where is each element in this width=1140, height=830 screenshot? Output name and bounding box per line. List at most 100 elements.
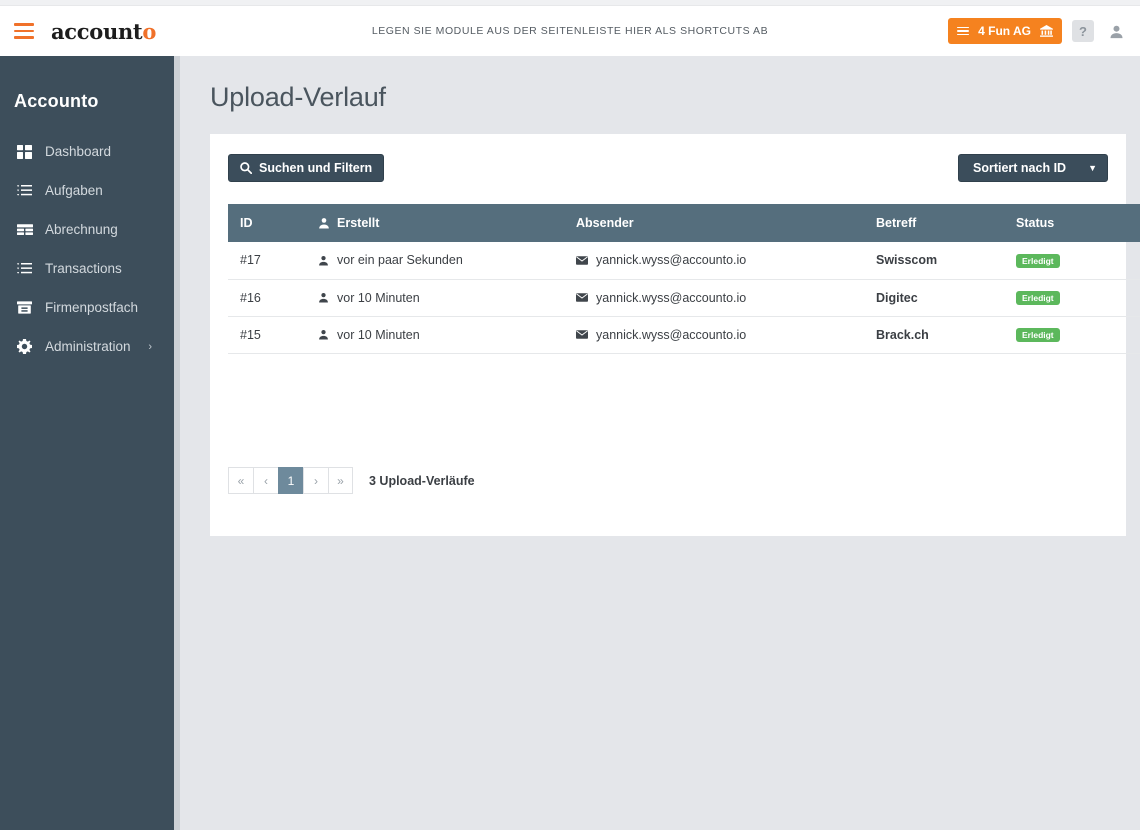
envelope-icon (576, 293, 588, 302)
sidebar: Accounto Dashboard Aufgaben Abrechnung T… (0, 56, 174, 830)
cell-created-label: vor 10 Minuten (337, 327, 420, 342)
brand-logo[interactable]: accounto (51, 19, 156, 44)
envelope-icon (576, 255, 588, 265)
task-list-icon (16, 183, 33, 198)
pagination-page-1[interactable]: 1 (278, 467, 303, 494)
pagination-next[interactable]: › (303, 467, 328, 494)
cell-status: Erledigt (1004, 316, 1140, 354)
sidebar-item-firmenpostfach[interactable]: Firmenpostfach (0, 288, 174, 327)
search-filter-label: Suchen und Filtern (259, 161, 373, 175)
table-header-row: ID Erstellt Absender Betreff Status (228, 204, 1140, 242)
column-header-label: Erstellt (337, 216, 380, 230)
pagination-count-label: 3 Upload-Verläufe (369, 473, 475, 488)
help-label: ? (1079, 23, 1087, 39)
cell-sender-label: yannick.wyss@accounto.io (596, 290, 747, 305)
grid-icon (16, 144, 33, 159)
cell-id: #15 (228, 316, 306, 354)
cell-sender: yannick.wyss@accounto.io (564, 316, 864, 354)
help-button[interactable]: ? (1072, 20, 1094, 42)
pagination-row: « ‹ 1 › » 3 Upload-Verläufe (228, 467, 475, 494)
upload-history-card: Suchen und Filtern Sortiert nach ID ▼ ID… (210, 134, 1140, 536)
cell-created-label: vor ein paar Sekunden (337, 253, 463, 268)
table-row[interactable]: #15 vor 10 Minuten yannick.wyss@accounto… (228, 316, 1140, 354)
main-content: Upload-Verlauf Suchen und Filtern Sortie… (180, 56, 1140, 830)
archive-icon (16, 300, 33, 315)
cell-created: vor 10 Minuten (306, 316, 564, 354)
column-header-status[interactable]: Status (1004, 204, 1140, 242)
pagination-last[interactable]: » (328, 467, 353, 494)
column-header-subject[interactable]: Betreff (864, 204, 1004, 242)
shortcut-hint-text: LEGEN SIE MODULE AUS DER SEITENLEISTE HI… (371, 25, 769, 37)
table-rows-icon (16, 222, 33, 237)
cell-created-label: vor 10 Minuten (337, 290, 420, 305)
sidebar-item-abrechnung[interactable]: Abrechnung (0, 210, 174, 249)
search-icon (240, 162, 252, 174)
sidebar-item-label: Transactions (45, 261, 122, 276)
cell-id: #16 (228, 279, 306, 317)
sidebar-item-label: Aufgaben (45, 183, 103, 198)
cell-id: #17 (228, 242, 306, 280)
top-bar: accounto LEGEN SIE MODULE AUS DER SEITEN… (0, 6, 1140, 56)
cell-subject: Swisscom (864, 242, 1004, 280)
user-upload-icon (318, 217, 330, 229)
sort-dropdown-label: Sortiert nach ID (973, 161, 1067, 175)
company-name-label: 4 Fun AG (978, 24, 1031, 38)
column-header-label: Status (1016, 216, 1055, 230)
sidebar-item-label: Dashboard (45, 144, 112, 159)
user-upload-icon (318, 292, 329, 303)
cell-sender-label: yannick.wyss@accounto.io (596, 253, 747, 268)
cell-created: vor ein paar Sekunden (306, 242, 564, 280)
top-bar-actions: 4 Fun AG ? (948, 6, 1128, 56)
column-header-id[interactable]: ID (228, 204, 306, 242)
status-badge: Erledigt (1016, 253, 1060, 268)
sidebar-item-label: Abrechnung (45, 222, 118, 237)
task-list-icon (16, 261, 33, 276)
cell-status: Erledigt (1004, 242, 1140, 280)
user-icon (1109, 24, 1124, 39)
table-row[interactable]: #16 vor 10 Minuten yannick.wyss@accounto… (228, 279, 1140, 317)
user-upload-icon (318, 255, 329, 266)
user-upload-icon (318, 329, 329, 340)
sidebar-title: Accounto (14, 91, 99, 111)
sidebar-item-aufgaben[interactable]: Aufgaben (0, 171, 174, 210)
cell-subject: Brack.ch (864, 316, 1004, 354)
app-root: accounto LEGEN SIE MODULE AUS DER SEITEN… (0, 0, 1140, 830)
cell-sender: yannick.wyss@accounto.io (564, 279, 864, 317)
column-header-label: Betreff (876, 216, 917, 230)
gear-icon (16, 339, 33, 354)
upload-history-table: ID Erstellt Absender Betreff Status #17 … (228, 204, 1140, 354)
cell-subject: Digitec (864, 279, 1004, 317)
search-filter-button[interactable]: Suchen und Filtern (228, 154, 385, 182)
pagination-first[interactable]: « (228, 467, 253, 494)
table-body: #17 vor ein paar Sekunden yannick.wyss@a… (228, 242, 1140, 354)
card-toolbar: Suchen und Filtern Sortiert nach ID ▼ (228, 154, 1108, 182)
column-header-label: Absender (576, 216, 634, 230)
envelope-icon (576, 330, 588, 339)
pagination-prev[interactable]: ‹ (253, 467, 278, 494)
hamburger-icon[interactable] (14, 23, 34, 39)
column-header-label: ID (240, 216, 253, 230)
pagination: « ‹ 1 › » (228, 467, 353, 494)
brand-logo-main: account (51, 18, 143, 44)
sidebar-item-dashboard[interactable]: Dashboard (0, 132, 174, 171)
status-badge: Erledigt (1016, 290, 1060, 306)
company-menu-icon (957, 26, 970, 36)
sidebar-item-label: Administration (45, 339, 131, 354)
sort-dropdown[interactable]: Sortiert nach ID ▼ (958, 154, 1108, 182)
company-switcher-button[interactable]: 4 Fun AG (948, 18, 1062, 44)
bank-icon (1040, 25, 1053, 37)
column-header-created[interactable]: Erstellt (306, 204, 564, 242)
sidebar-item-label: Firmenpostfach (45, 300, 139, 315)
cell-sender: yannick.wyss@accounto.io (564, 242, 864, 280)
cell-created: vor 10 Minuten (306, 279, 564, 317)
table-head: ID Erstellt Absender Betreff Status (228, 204, 1140, 242)
column-header-sender[interactable]: Absender (564, 204, 864, 242)
status-badge: Erledigt (1016, 327, 1060, 343)
sidebar-nav: Dashboard Aufgaben Abrechnung Transactio… (0, 132, 174, 366)
sidebar-item-administration[interactable]: Administration › (0, 327, 174, 366)
chevron-down-icon: ▼ (1088, 163, 1097, 173)
table-row[interactable]: #17 vor ein paar Sekunden yannick.wyss@a… (228, 242, 1140, 280)
page-title: Upload-Verlauf (210, 82, 386, 112)
user-menu-button[interactable] (1104, 19, 1128, 43)
sidebar-item-transactions[interactable]: Transactions (0, 249, 174, 288)
